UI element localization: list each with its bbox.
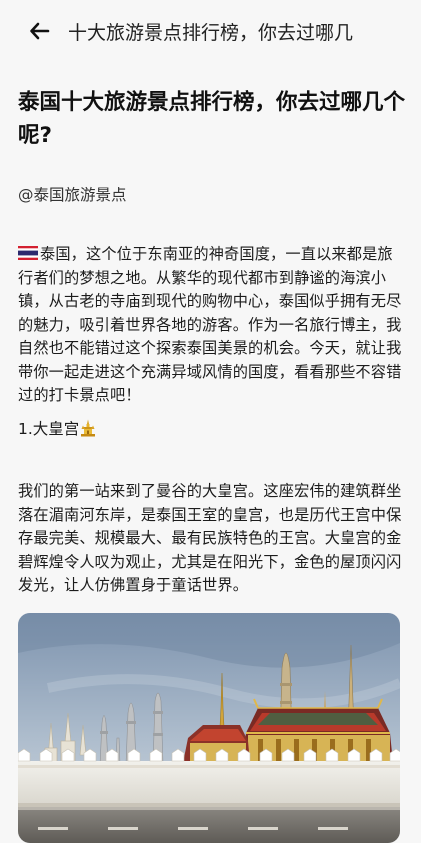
author-handle[interactable]: @泰国旅游景点 <box>18 184 127 206</box>
back-arrow-icon <box>30 22 50 40</box>
topbar-title: 十大旅游景点排行榜，你去过哪几 <box>68 22 354 44</box>
section-body: 我们的第一站来到了曼谷的大皇宫。这座宏伟的建筑群坐落在湄南河东岸，是泰国王室的皇… <box>18 482 402 594</box>
top-bar: 十大旅游景点排行榜，你去过哪几 <box>0 0 421 66</box>
back-button[interactable] <box>26 17 54 45</box>
thailand-flag-icon <box>18 246 38 260</box>
article-title: 泰国十大旅游景点排行榜，你去过哪几个呢? <box>18 90 406 148</box>
section-heading-text: 1.大皇宫 <box>18 420 80 438</box>
grand-palace-illustration <box>18 613 400 843</box>
intro-text: 泰国，这个位于东南亚的神奇国度，一直以来都是旅行者们的梦想之地。从繁华的现代都市… <box>18 245 402 404</box>
section-heading: 1.大皇宫 <box>18 418 96 440</box>
grand-palace-photo[interactable] <box>18 613 400 843</box>
intro-paragraph: 泰国，这个位于东南亚的神奇国度，一直以来都是旅行者们的梦想之地。从繁华的现代都市… <box>18 243 404 408</box>
temple-icon <box>81 419 96 437</box>
